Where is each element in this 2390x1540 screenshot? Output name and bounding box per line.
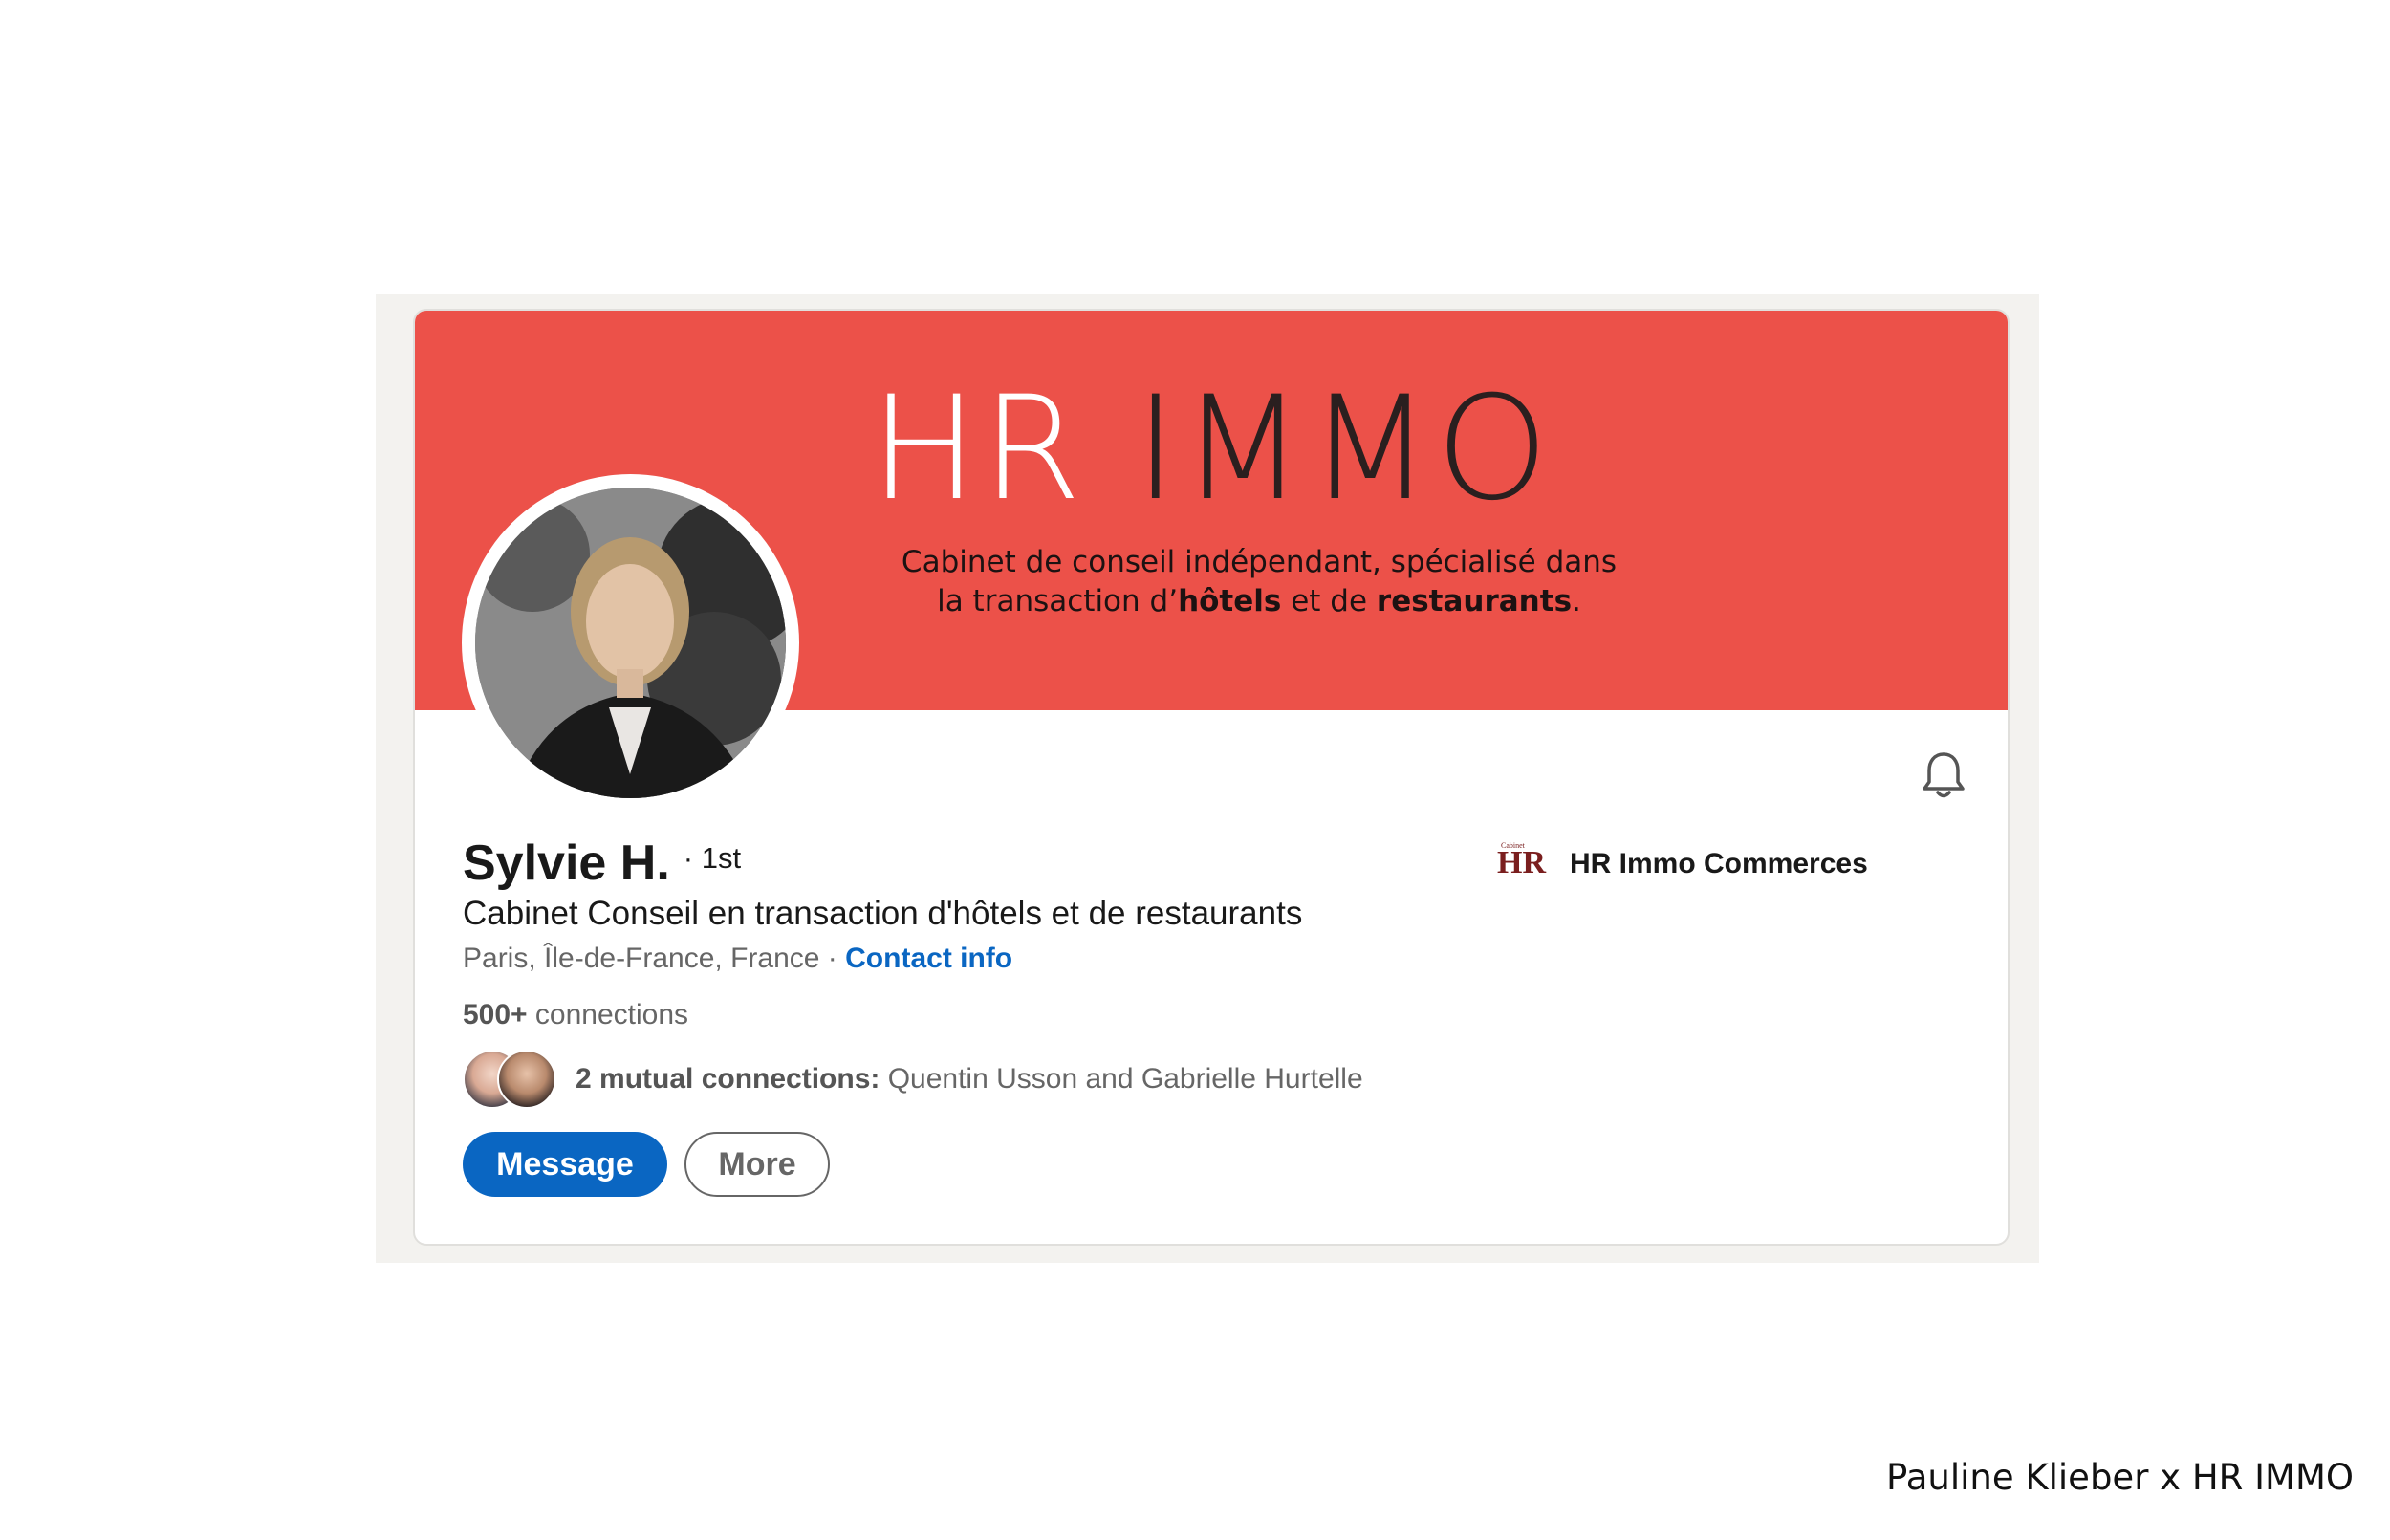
message-button[interactable]: Message — [463, 1132, 667, 1197]
avatar — [497, 1050, 556, 1109]
connection-degree-badge: · 1st — [683, 841, 742, 875]
profile-headline: Cabinet Conseil en transaction d'hôtels … — [463, 895, 1303, 932]
profile-photo — [475, 488, 786, 798]
profile-location: Paris, Île-de-France, France — [463, 943, 820, 974]
tagline-text: . — [1572, 584, 1581, 618]
profile-name-row: Sylvie H. · 1st — [463, 835, 741, 892]
profile-photo-illustration — [475, 488, 786, 798]
contact-info-link[interactable]: Contact info — [845, 943, 1012, 974]
more-button[interactable]: More — [684, 1132, 830, 1197]
mutual-connections-text: 2 mutual connections: Quentin Usson and … — [576, 1063, 1363, 1095]
footer-credit: Pauline Klieber x HR IMMO — [1886, 1457, 2354, 1498]
location-row: Paris, Île-de-France, France · Contact i… — [463, 943, 1012, 975]
page: HR IMMO Cabinet de conseil indépendant, … — [0, 0, 2390, 1540]
mutual-count: 2 mutual connections: — [576, 1063, 880, 1095]
brand-hr-text: HR — [870, 366, 1086, 532]
separator: · — [819, 943, 846, 974]
bell-icon[interactable] — [1916, 748, 1971, 803]
company-logo-text: HR — [1497, 845, 1546, 880]
mutual-names: Quentin Usson and Gabrielle Hurtelle — [880, 1063, 1363, 1095]
company-name: HR Immo Commerces — [1570, 848, 1868, 879]
tagline-text: et de — [1281, 584, 1377, 618]
current-company[interactable]: Cabinet HR HR Immo Commerces — [1497, 841, 1868, 887]
profile-name: Sylvie H. — [463, 835, 670, 891]
connections-label: connections — [527, 999, 689, 1030]
company-logo: Cabinet HR — [1497, 841, 1547, 887]
connections-count[interactable]: 500+ connections — [463, 999, 688, 1031]
mutual-avatars — [463, 1050, 556, 1109]
tagline-bold-restaurants: restaurants — [1376, 584, 1573, 618]
tagline-text: la transaction d’ — [937, 584, 1179, 618]
connections-number: 500+ — [463, 999, 528, 1030]
profile-avatar[interactable] — [462, 474, 799, 812]
brand-immo-text: IMMO — [1134, 366, 1553, 532]
tagline-bold-hotels: hôtels — [1178, 584, 1282, 618]
mutual-connections[interactable]: 2 mutual connections: Quentin Usson and … — [463, 1050, 1363, 1109]
